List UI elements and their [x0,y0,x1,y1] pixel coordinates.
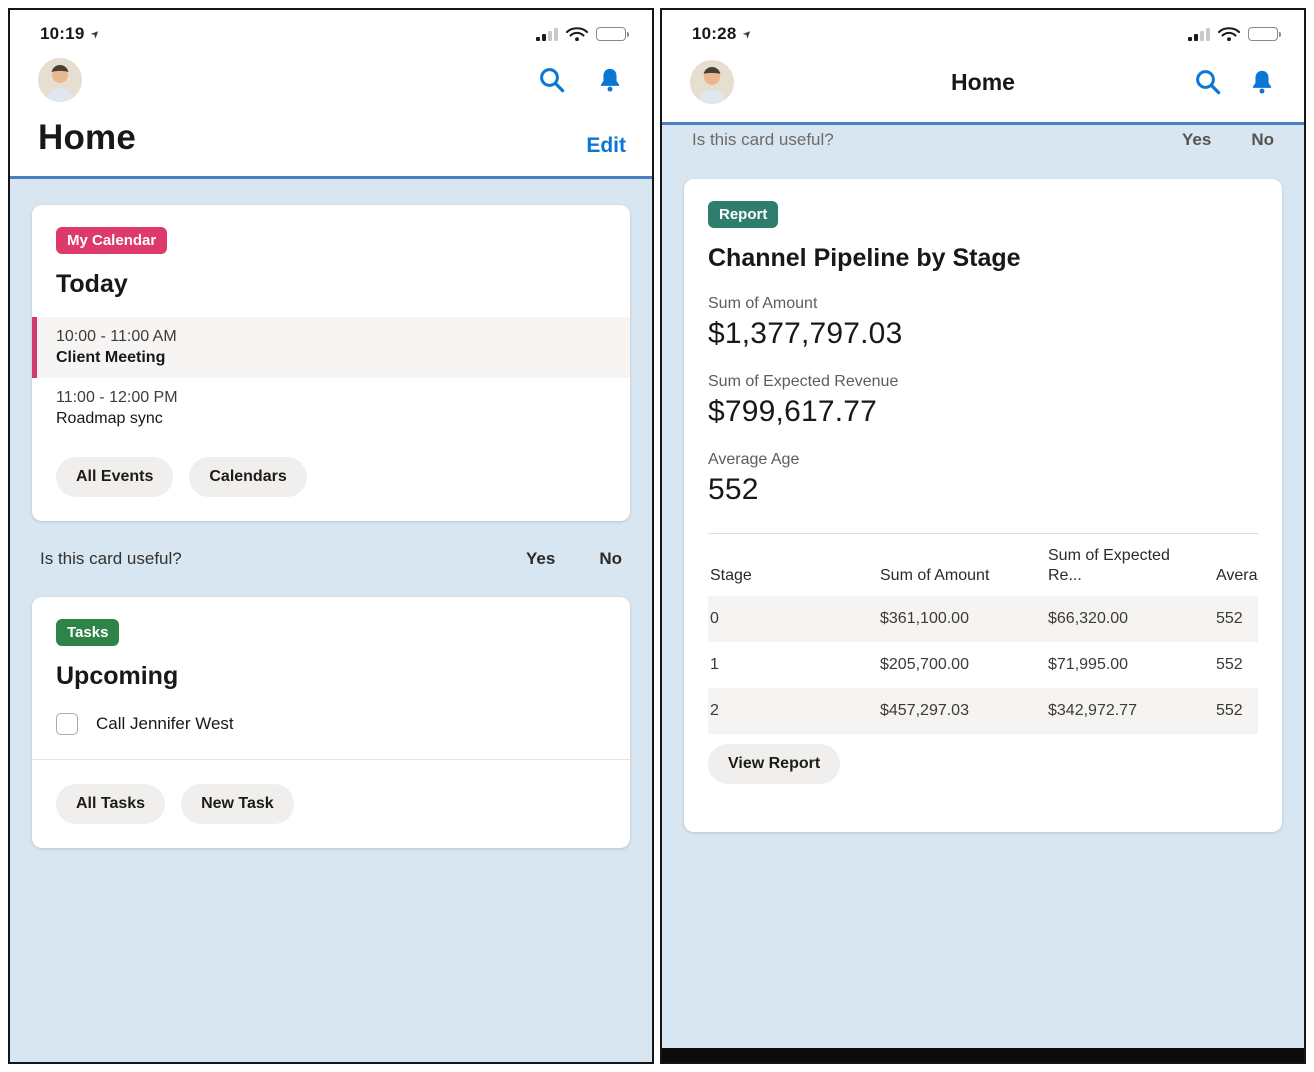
event-item[interactable]: 10:00 - 11:00 AM Client Meeting [32,317,630,378]
all-tasks-button[interactable]: All Tasks [56,784,166,824]
calendar-card-title: Today [56,270,128,298]
task-label: Call Jennifer West [96,714,234,733]
location-arrow-icon: ➤ [88,26,104,42]
metric: Average Age 552 [708,451,1258,507]
cell-average-age: 552 [1216,656,1243,673]
all-events-button[interactable]: All Events [56,457,174,497]
tasks-actions: All Tasks New Task [56,784,606,824]
cell-sum-amount: $205,700.00 [880,656,969,673]
cell-average-age: 552 [1214,688,1258,734]
status-time: 10:19 ➤ [40,24,104,44]
search-icon[interactable] [536,64,568,96]
metric-label: Sum of Amount [708,295,818,312]
cell-sum-expected: $71,995.00 [1048,656,1129,673]
status-icons [536,26,629,42]
metric-value: 552 [708,473,759,506]
table-header-row: Stage Sum of Amount Sum of Expected Re..… [708,534,1258,596]
battery-icon [1248,27,1281,41]
column-header: Averag [1216,567,1258,584]
notifications-bell-icon[interactable] [1246,66,1278,98]
search-icon[interactable] [1192,66,1224,98]
event-time: 10:00 - 11:00 AM [56,328,177,345]
calendar-card: My Calendar Today 10:00 - 11:00 AM Clien… [32,205,630,521]
task-checkbox[interactable] [56,713,78,735]
tasks-card-title: Upcoming [56,662,179,690]
feedback-no-button[interactable]: No [599,549,622,569]
right-phone-screen: 10:28 ➤ Home Is this card useful? Yes No… [660,8,1306,1064]
report-actions: View Report [708,744,1258,784]
metric-label: Average Age [708,451,800,468]
cell-stage: 1 [710,656,719,673]
edit-button[interactable]: Edit [586,134,626,158]
status-time: 10:28 ➤ [692,24,756,44]
home-content: Is this card useful? Yes No Report Chann… [662,125,1304,1062]
report-badge: Report [708,201,779,228]
cell-sum-amount: $361,100.00 [878,596,1046,642]
status-bar: 10:28 ➤ [662,10,1304,48]
tasks-badge: Tasks [56,619,120,646]
calendars-button[interactable]: Calendars [189,457,307,497]
table-row: 2 $457,297.03 $342,972.77 552 [708,688,1258,734]
app-header: Home [662,48,1304,122]
left-phone-screen: 10:19 ➤ Home Edit My Calendar Today 10:0… [8,8,654,1064]
card-feedback-row: Is this card useful? Yes No [692,133,1274,159]
page-title-row: Home Edit [10,108,652,176]
feedback-yes-button[interactable]: Yes [1182,133,1211,150]
feedback-question: Is this card useful? [40,549,182,568]
feedback-question: Is this card useful? [692,133,834,149]
report-card-title: Channel Pipeline by Stage [708,244,1021,272]
location-arrow-icon: ➤ [740,26,756,42]
time-text: 10:28 [692,24,737,43]
notifications-bell-icon[interactable] [594,64,626,96]
view-report-button[interactable]: View Report [708,744,841,784]
event-time: 11:00 - 12:00 PM [56,389,178,406]
metric: Sum of Expected Revenue $799,617.77 [708,373,1258,429]
column-header: Sum of Expected Re... [1048,547,1170,584]
page-title: Home [38,118,137,157]
cell-stage: 0 [708,596,878,642]
cell-sum-amount: $457,297.03 [878,688,1046,734]
metric-label: Sum of Expected Revenue [708,373,899,390]
task-item: Call Jennifer West [56,713,606,735]
status-bar: 10:19 ➤ [10,10,652,48]
cell-stage: 2 [708,688,878,734]
report-card: Report Channel Pipeline by Stage Sum of … [684,179,1282,832]
avatar[interactable] [690,60,734,104]
event-name: Roadmap sync [56,410,163,427]
home-content: My Calendar Today 10:00 - 11:00 AM Clien… [10,179,652,1062]
calendar-badge: My Calendar [56,227,168,254]
status-icons [1188,26,1281,42]
tasks-card: Tasks Upcoming Call Jennifer West All Ta… [32,597,630,848]
metric-value: $1,377,797.03 [708,317,903,350]
feedback-no-button[interactable]: No [1251,133,1274,150]
metric: Sum of Amount $1,377,797.03 [708,295,1258,351]
table-row: 1 $205,700.00 $71,995.00 552 [708,642,1258,688]
cell-average-age: 552 [1214,596,1258,642]
card-feedback-row: Is this card useful? Yes No [32,549,630,569]
cell-sum-expected: $342,972.77 [1046,688,1214,734]
avatar[interactable] [38,58,82,102]
cellular-signal-icon [536,27,558,41]
metric-value: $799,617.77 [708,395,878,428]
cell-sum-expected: $66,320.00 [1046,596,1214,642]
wifi-icon [566,27,588,42]
table-row: 0 $361,100.00 $66,320.00 552 [708,596,1258,642]
battery-icon [596,27,629,41]
column-header: Sum of Amount [880,567,990,584]
feedback-yes-button[interactable]: Yes [526,549,555,569]
event-name: Client Meeting [56,349,166,366]
event-item[interactable]: 11:00 - 12:00 PM Roadmap sync [32,378,630,439]
report-table[interactable]: Stage Sum of Amount Sum of Expected Re..… [708,533,1258,734]
cellular-signal-icon [1188,27,1210,41]
wifi-icon [1218,27,1240,42]
new-task-button[interactable]: New Task [181,784,294,824]
screenshot-bottom-edge [662,1048,1304,1062]
column-header: Stage [710,567,752,584]
time-text: 10:19 [40,24,85,43]
card-divider [32,759,630,760]
calendar-actions: All Events Calendars [56,457,606,497]
two-phone-screenshot: 10:19 ➤ Home Edit My Calendar Today 10:0… [0,0,1314,1072]
app-header [10,48,652,108]
